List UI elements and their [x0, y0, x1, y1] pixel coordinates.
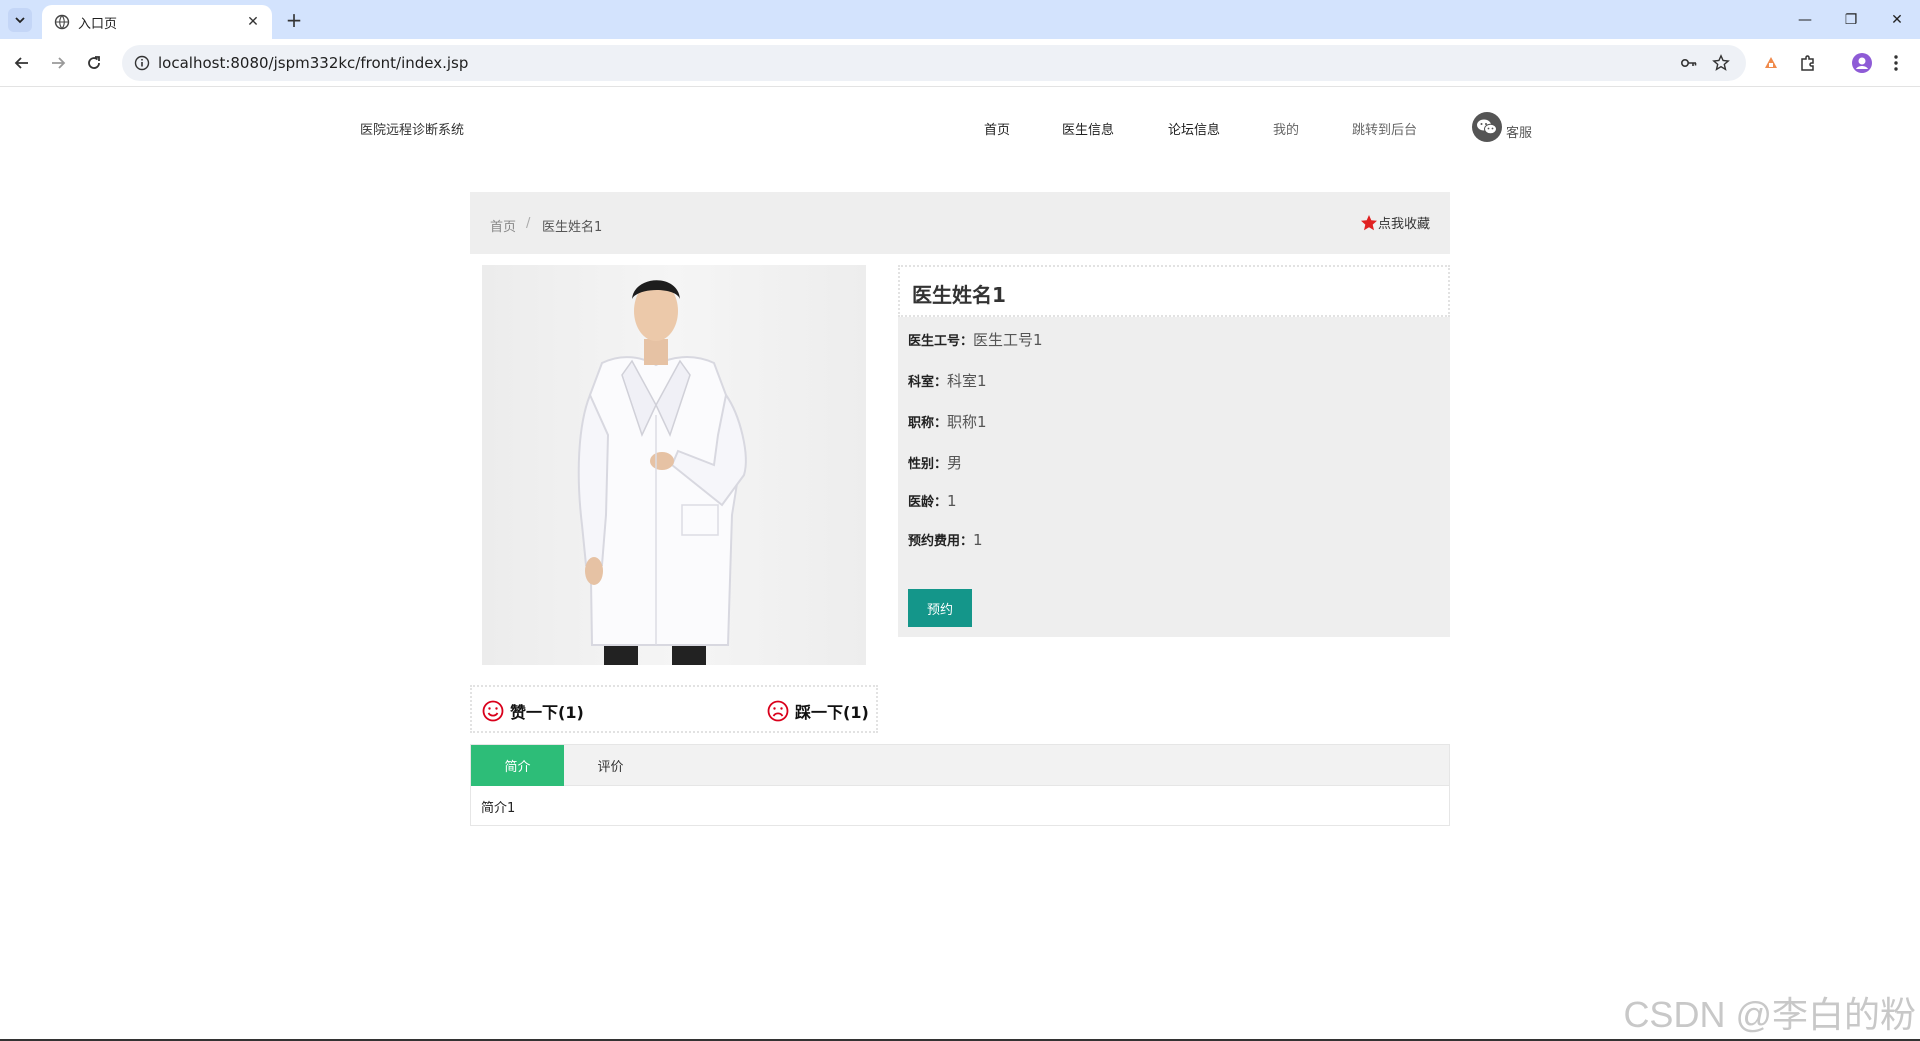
- field-value: 1: [973, 531, 983, 549]
- browser-menu-button[interactable]: [1884, 51, 1908, 75]
- doctor-figure-image: [577, 280, 747, 665]
- doctor-name: 医生姓名1: [912, 283, 1006, 307]
- field-department: 科室： 科室1: [908, 370, 987, 391]
- field-key: 医生工号：: [908, 334, 974, 349]
- field-key: 科室：: [908, 375, 948, 390]
- field-key: 预约费用：: [908, 534, 974, 549]
- profile-avatar[interactable]: [1850, 51, 1874, 75]
- reload-icon: [88, 56, 100, 69]
- dislike-label: 踩一下(1): [795, 703, 869, 722]
- field-key: 医龄：: [908, 495, 948, 510]
- customer-service[interactable]: 客服: [1472, 112, 1532, 142]
- like-button[interactable]: 赞一下(1): [482, 699, 584, 723]
- extensions-button[interactable]: [1796, 51, 1820, 75]
- forward-button[interactable]: [46, 51, 70, 75]
- field-value: 1: [947, 492, 957, 510]
- more-vertical-icon: [1894, 55, 1898, 71]
- tab-content: 简介1: [481, 801, 516, 816]
- nav-mine[interactable]: 我的: [1273, 119, 1299, 138]
- site-header: 医院远程诊断系统 首页 医生信息 论坛信息 我的 跳转到后台 客服: [0, 88, 1920, 168]
- globe-icon: [54, 14, 70, 30]
- extension-badge-icon: [1765, 57, 1777, 68]
- key-icon[interactable]: [1680, 54, 1698, 72]
- star-bookmark-icon[interactable]: [1712, 54, 1730, 72]
- smile-face-icon: [482, 700, 504, 722]
- nav-doctor-info[interactable]: 医生信息: [1062, 119, 1114, 138]
- close-tab-icon[interactable]: ✕: [244, 13, 262, 31]
- field-fee: 预约费用： 1: [908, 530, 983, 549]
- extension-puzzle-button[interactable]: [1759, 51, 1783, 75]
- doctor-name-box: 医生姓名1: [898, 265, 1450, 317]
- nav-home[interactable]: 首页: [984, 119, 1010, 138]
- minimize-button[interactable]: —: [1782, 0, 1828, 39]
- wechat-icon: [1472, 112, 1502, 142]
- tab-reviews[interactable]: 评价: [564, 745, 657, 786]
- star-icon: [1360, 214, 1377, 230]
- doctor-photo: [482, 265, 866, 665]
- puzzle-icon: [1801, 55, 1814, 71]
- breadcrumb-separator: /: [526, 216, 531, 231]
- watermark-text: CSDN @李白的粉: [1623, 994, 1916, 1035]
- chevron-down-icon: [15, 17, 25, 24]
- address-bar[interactable]: localhost:8080/jspm332kc/front/index.jsp: [122, 45, 1746, 81]
- field-value: 科室1: [947, 372, 987, 390]
- browser-tabstrip: 入口页 ✕ + — ❐ ✕: [0, 0, 1920, 39]
- vote-box: 赞一下(1) 踩一下(1): [470, 685, 878, 733]
- field-key: 职称：: [908, 416, 948, 431]
- sad-face-icon: [767, 700, 789, 722]
- site-info-icon[interactable]: [134, 55, 150, 71]
- favorite-button[interactable]: 点我收藏: [1360, 213, 1430, 232]
- tab-title: 入口页: [78, 17, 118, 32]
- arrow-right-icon: [52, 57, 66, 69]
- arrow-left-icon: [14, 57, 28, 69]
- breadcrumb-home[interactable]: 首页: [490, 216, 516, 235]
- like-label: 赞一下(1): [510, 703, 584, 722]
- breadcrumb: 首页 / 医生姓名1 点我收藏: [470, 192, 1450, 254]
- field-title: 职称： 职称1: [908, 411, 987, 432]
- tab-search-button[interactable]: [8, 8, 32, 32]
- field-doctor-id: 医生工号： 医生工号1: [908, 329, 1043, 350]
- service-label: 客服: [1506, 126, 1533, 141]
- doctor-info-panel: 医生工号： 医生工号1 科室： 科室1 职称： 职称1 性别： 男 医龄： 1 …: [898, 317, 1450, 637]
- dislike-button[interactable]: 踩一下(1): [767, 699, 869, 723]
- book-button[interactable]: 预约: [908, 589, 972, 627]
- field-value: 男: [947, 454, 963, 472]
- site-title: 医院远程诊断系统: [360, 123, 465, 138]
- favorite-label: 点我收藏: [1377, 217, 1430, 232]
- field-key: 性别：: [908, 457, 948, 472]
- field-value: 医生工号1: [973, 331, 1043, 349]
- browser-toolbar: localhost:8080/jspm332kc/front/index.jsp: [0, 39, 1920, 87]
- nav-go-backend[interactable]: 跳转到后台: [1352, 119, 1417, 138]
- breadcrumb-current: 医生姓名1: [542, 220, 603, 235]
- reload-button[interactable]: [82, 51, 106, 75]
- new-tab-button[interactable]: +: [282, 8, 306, 32]
- field-value: 职称1: [947, 413, 987, 431]
- field-gender: 性别： 男: [908, 452, 962, 473]
- url-text: localhost:8080/jspm332kc/front/index.jsp: [158, 54, 469, 72]
- nav-forum-info[interactable]: 论坛信息: [1168, 119, 1220, 138]
- tab-intro[interactable]: 简介: [471, 745, 564, 786]
- browser-tab-active[interactable]: 入口页 ✕: [42, 5, 272, 39]
- field-years: 医龄： 1: [908, 491, 957, 510]
- tabs-header: 简介 评价: [471, 745, 1449, 786]
- back-button[interactable]: [10, 51, 34, 75]
- detail-tabs: 简介 评价 简介1: [470, 744, 1450, 826]
- restore-button[interactable]: ❐: [1828, 0, 1874, 39]
- avatar-icon: [1852, 53, 1872, 73]
- close-window-button[interactable]: ✕: [1874, 0, 1920, 39]
